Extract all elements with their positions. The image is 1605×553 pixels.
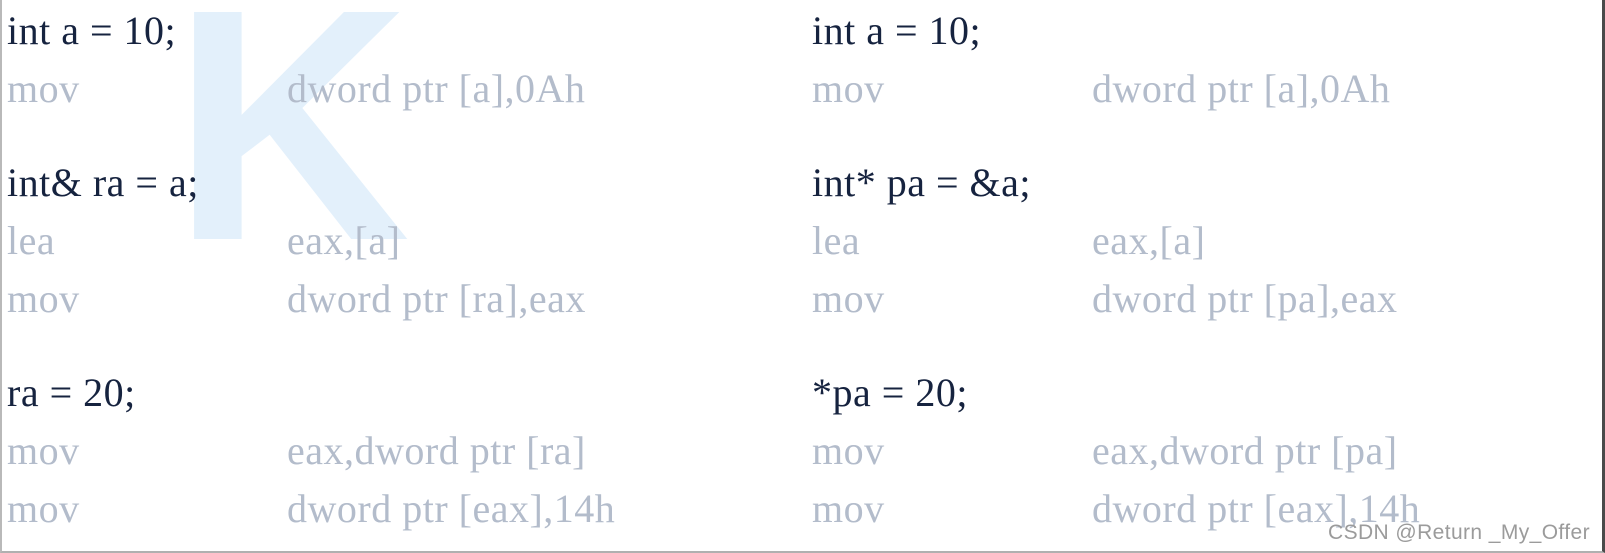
assembly-operands: eax,[a] — [1092, 218, 1206, 263]
assembly-operands: dword ptr [a],0Ah — [287, 66, 586, 111]
assembly-operands: dword ptr [eax],14h — [287, 486, 616, 531]
assembly-mnemonic: mov — [812, 66, 885, 111]
source-line: int a = 10; — [7, 8, 177, 53]
source-line: int* pa = &a; — [812, 160, 1032, 205]
pointer-code-column: int a = 10; mov dword ptr [a],0Ah int* pa =… — [797, 0, 1597, 551]
assembly-line: mov dword ptr [pa],eax — [812, 270, 1597, 328]
assembly-operands: dword ptr [ra],eax — [287, 276, 586, 321]
assembly-mnemonic: mov — [812, 428, 885, 473]
assembly-line: mov dword ptr [a],0Ah — [7, 60, 797, 118]
assembly-mnemonic: lea — [7, 218, 56, 263]
assembly-operands: eax,[a] — [287, 218, 401, 263]
assembly-line: mov dword ptr [ra],eax — [7, 270, 797, 328]
code-block: int a = 10; mov dword ptr [a],0Ah — [812, 2, 1597, 118]
code-columns-container: int a = 10; mov dword ptr [a],0Ah int& ra =… — [2, 0, 1602, 551]
assembly-operands: dword ptr [pa],eax — [1092, 276, 1398, 321]
assembly-mnemonic: mov — [7, 486, 80, 531]
assembly-operands: eax,dword ptr [pa] — [1092, 428, 1398, 473]
assembly-operands: eax,dword ptr [ra] — [287, 428, 586, 473]
code-block: int* pa = &a; lea eax,[a] mov dword ptr [pa]… — [812, 154, 1597, 328]
source-line: int a = 10; — [812, 8, 982, 53]
source-line: int& ra = a; — [7, 160, 199, 205]
assembly-mnemonic: mov — [812, 276, 885, 321]
assembly-operands: dword ptr [a],0Ah — [1092, 66, 1391, 111]
assembly-mnemonic: mov — [812, 486, 885, 531]
assembly-line: mov dword ptr [eax],14h — [7, 480, 797, 538]
code-block: *pa = 20; mov eax,dword ptr [pa] mov dword p… — [812, 364, 1597, 538]
assembly-mnemonic: mov — [7, 66, 80, 111]
assembly-mnemonic: mov — [7, 276, 80, 321]
assembly-mnemonic: lea — [812, 218, 861, 263]
assembly-mnemonic: mov — [7, 428, 80, 473]
assembly-line: mov eax,dword ptr [ra] — [7, 422, 797, 480]
code-block: int& ra = a; lea eax,[a] mov dword ptr [ra],… — [7, 154, 797, 328]
assembly-line: lea eax,[a] — [7, 212, 797, 270]
code-block: int a = 10; mov dword ptr [a],0Ah — [7, 2, 797, 118]
assembly-line: mov eax,dword ptr [pa] — [812, 422, 1597, 480]
code-comparison-figure: K int a = 10; mov dword ptr [a],0Ah int& ra… — [0, 0, 1605, 553]
assembly-line: mov dword ptr [a],0Ah — [812, 60, 1597, 118]
csdn-attribution-watermark: CSDN @Return _My_Offer — [1328, 521, 1590, 544]
source-line: *pa = 20; — [812, 370, 968, 415]
source-line: ra = 20; — [7, 370, 136, 415]
reference-code-column: int a = 10; mov dword ptr [a],0Ah int& ra =… — [2, 0, 797, 551]
code-block: ra = 20; mov eax,dword ptr [ra] mov dword pt… — [7, 364, 797, 538]
assembly-line: lea eax,[a] — [812, 212, 1597, 270]
